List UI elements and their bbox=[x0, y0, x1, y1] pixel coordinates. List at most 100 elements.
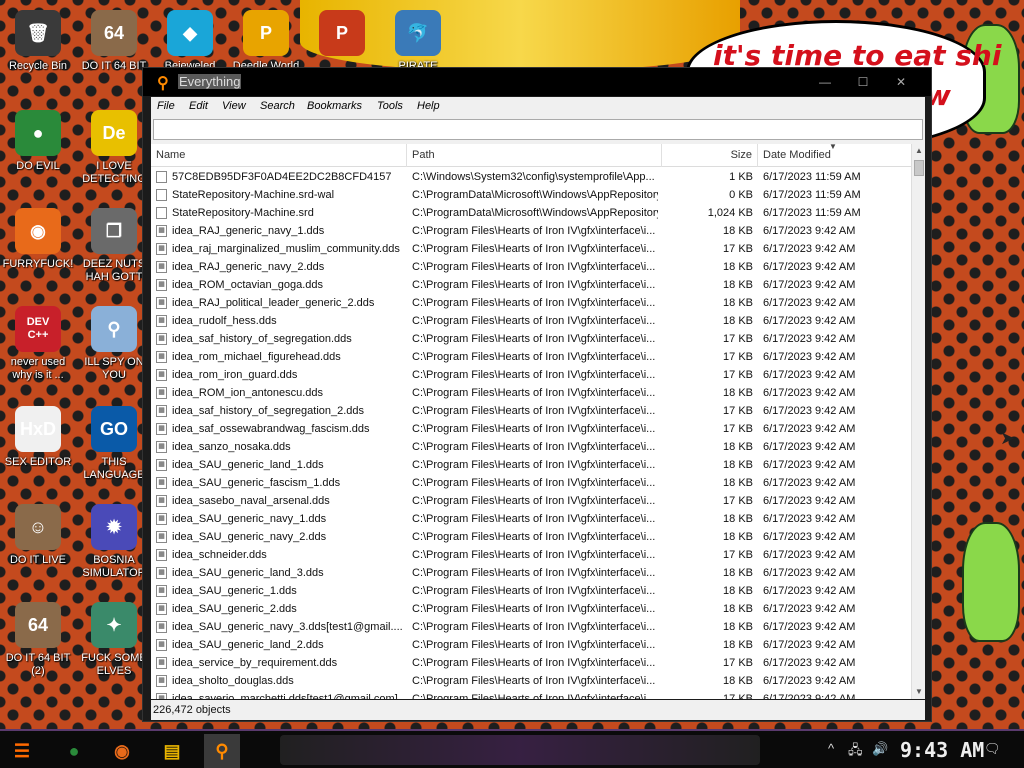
menu-search[interactable]: Search bbox=[260, 100, 295, 112]
cell-size: 17 KB bbox=[723, 405, 753, 417]
title-bar[interactable]: ⚲ Everything — ☐ ✕ bbox=[143, 68, 931, 96]
cell-size: 18 KB bbox=[723, 585, 753, 597]
image-file-icon: ▦ bbox=[156, 279, 167, 291]
table-row[interactable]: ▦ idea_sholto_douglas.dds C:\Program Files… bbox=[151, 672, 911, 690]
desktop-icon[interactable]: 🗑 Recycle Bin bbox=[0, 6, 76, 98]
scroll-thumb[interactable] bbox=[914, 160, 924, 176]
volume-icon[interactable]: 🔊 bbox=[872, 741, 888, 757]
maximize-button[interactable]: ☐ bbox=[845, 72, 881, 92]
cell-name: idea_SAU_generic_land_2.dds bbox=[172, 639, 324, 651]
table-row[interactable]: ▦ idea_RAJ_generic_navy_1.dds C:\Program F… bbox=[151, 222, 911, 240]
scroll-down-arrow-icon[interactable]: ▼ bbox=[912, 685, 925, 699]
table-row[interactable]: ▦ idea_ROM_ion_antonescu.dds C:\Program Fi… bbox=[151, 384, 911, 402]
table-row[interactable]: ▦ idea_SAU_generic_navy_1.dds C:\Program F… bbox=[151, 510, 911, 528]
table-row[interactable]: ▦ idea_SAU_generic_land_3.dds C:\Program F… bbox=[151, 564, 911, 582]
image-file-icon: ▦ bbox=[156, 585, 167, 597]
cell-path: C:\Program Files\Hearts of Iron IV\gfx\i… bbox=[412, 495, 656, 507]
desktop-icon[interactable]: ✦ FUCK SOME ELVES bbox=[76, 598, 152, 690]
image-file-icon: ▦ bbox=[156, 459, 167, 471]
menu-file[interactable]: File bbox=[157, 100, 175, 112]
table-row[interactable]: ▦ idea_saf_history_of_segregation_2.dds C:… bbox=[151, 402, 911, 420]
table-row[interactable]: ▦ idea_saf_history_of_segregation.dds C:\P… bbox=[151, 330, 911, 348]
table-row[interactable]: 57C8EDB95DF3F0AD4EE2DC2B8CFD4157 C:\Windo… bbox=[151, 168, 911, 186]
taskbar-chrome[interactable]: ● bbox=[56, 734, 92, 768]
desktop-icon[interactable]: 64 DO IT 64 BIT bbox=[76, 6, 152, 98]
column-size[interactable]: Size bbox=[662, 144, 758, 167]
table-row[interactable]: ▦ idea_SAU_generic_1.dds C:\Program Files\… bbox=[151, 582, 911, 600]
table-row[interactable]: ▦ idea_SAU_generic_navy_2.dds C:\Program F… bbox=[151, 528, 911, 546]
search-input[interactable] bbox=[153, 119, 923, 140]
desktop-icon[interactable]: ● DO EVIL bbox=[0, 106, 76, 198]
mouse-cursor: ➤ bbox=[1000, 428, 1016, 448]
table-row[interactable]: StateRepository-Machine.srd-wal C:\Progra… bbox=[151, 186, 911, 204]
table-row[interactable]: ▦ idea_ROM_octavian_goga.dds C:\Program Fi… bbox=[151, 276, 911, 294]
cell-path: C:\Program Files\Hearts of Iron IV\gfx\i… bbox=[412, 459, 656, 471]
desktop-icon[interactable]: DEV C++ never used why is it ... bbox=[0, 302, 76, 394]
table-row[interactable]: ▦ idea_SAU_generic_fascism_1.dds C:\Progra… bbox=[151, 474, 911, 492]
desktop-icon[interactable]: ❐ DEEZ NUTS HAH GOTT bbox=[76, 204, 152, 296]
table-row[interactable]: ▦ idea_sanzo_nosaka.dds C:\Program Files\H… bbox=[151, 438, 911, 456]
taskbar-everything[interactable]: ⚲ bbox=[204, 734, 240, 768]
cell-name: idea_rudolf_hess.dds bbox=[172, 315, 277, 327]
table-row[interactable]: ▦ idea_SAU_generic_land_1.dds C:\Program F… bbox=[151, 456, 911, 474]
results-list: Name Path Size Date Modified ▼ 57C8EDB95… bbox=[151, 144, 925, 699]
taskbar-firefox[interactable]: ◉ bbox=[104, 734, 140, 768]
clock[interactable]: 9:43 AM bbox=[900, 738, 984, 762]
cell-date: 6/17/2023 9:42 AM bbox=[763, 477, 856, 489]
table-row[interactable]: ▦ idea_SAU_generic_land_2.dds C:\Program F… bbox=[151, 636, 911, 654]
desktop-icon[interactable]: 64 DO IT 64 BIT (2) bbox=[0, 598, 76, 690]
results-rows: 57C8EDB95DF3F0AD4EE2DC2B8CFD4157 C:\Windo… bbox=[151, 168, 911, 699]
desktop-icon[interactable]: De I LOVE DETECTING bbox=[76, 106, 152, 198]
chevron-up-icon[interactable]: ^ bbox=[828, 741, 834, 756]
cell-path: C:\Program Files\Hearts of Iron IV\gfx\i… bbox=[412, 639, 656, 651]
desktop-icon[interactable]: ✹ BOSNIA SIMULATOR bbox=[76, 500, 152, 592]
menu-view[interactable]: View bbox=[222, 100, 246, 112]
table-row[interactable]: ▦ idea_rudolf_hess.dds C:\Program Files\He… bbox=[151, 312, 911, 330]
desktop-icon[interactable]: ☺ DO IT LIVE bbox=[0, 500, 76, 592]
table-row[interactable]: ▦ idea_schneider.dds C:\Program Files\Hear… bbox=[151, 546, 911, 564]
table-row[interactable]: ▦ idea_sasebo_naval_arsenal.dds C:\Program… bbox=[151, 492, 911, 510]
vertical-scrollbar[interactable]: ▲ ▼ bbox=[911, 144, 925, 699]
desktop-icon[interactable]: GO THIS LANGUAGE bbox=[76, 402, 152, 494]
taskbar-explorer[interactable]: ▤ bbox=[154, 734, 190, 768]
table-row[interactable]: ▦ idea_rom_iron_guard.dds C:\Program Files… bbox=[151, 366, 911, 384]
desktop-icon[interactable]: ◉ FURRYFUCK! bbox=[0, 204, 76, 296]
start-button[interactable]: ☰ bbox=[4, 734, 40, 768]
table-row[interactable]: ▦ idea_SAU_generic_navy_3.dds[test1@gmail… bbox=[151, 618, 911, 636]
desktop-icon[interactable]: ⚲ ILL SPY ON YOU bbox=[76, 302, 152, 394]
table-row[interactable]: ▦ idea_service_by_requirement.dds C:\Progr… bbox=[151, 654, 911, 672]
image-file-icon: ▦ bbox=[156, 225, 167, 237]
table-row[interactable]: ▦ idea_raj_marginalized_muslim_community.… bbox=[151, 240, 911, 258]
cell-name: idea_SAU_generic_land_3.dds bbox=[172, 567, 324, 579]
cell-name: idea_saf_ossewabrandwag_fascism.dds bbox=[172, 423, 370, 435]
table-row[interactable]: ▦ idea_saf_ossewabrandwag_fascism.dds C:\P… bbox=[151, 420, 911, 438]
cell-path: C:\Program Files\Hearts of Iron IV\gfx\i… bbox=[412, 657, 656, 669]
mine-icon: ✹ bbox=[91, 504, 137, 550]
image-file-icon: ▦ bbox=[156, 423, 167, 435]
column-header: Name Path Size Date Modified ▼ bbox=[151, 144, 911, 167]
minimize-button[interactable]: — bbox=[807, 72, 843, 92]
menu-tools[interactable]: Tools bbox=[377, 100, 403, 112]
table-row[interactable]: ▦ idea_RAJ_political_leader_generic_2.dds… bbox=[151, 294, 911, 312]
table-row[interactable]: ▦ idea_saverio_marchetti.dds[test1@gmail.… bbox=[151, 690, 911, 699]
cell-size: 18 KB bbox=[723, 459, 753, 471]
scroll-up-arrow-icon[interactable]: ▲ bbox=[912, 144, 925, 158]
table-row[interactable]: ▦ idea_RAJ_generic_navy_2.dds C:\Program F… bbox=[151, 258, 911, 276]
column-name[interactable]: Name bbox=[151, 144, 407, 167]
desktop-icon[interactable]: HxD SEX EDITOR bbox=[0, 402, 76, 494]
notification-icon[interactable]: 🗨 bbox=[984, 741, 1001, 757]
menu-edit[interactable]: Edit bbox=[189, 100, 208, 112]
menu-help[interactable]: Help bbox=[417, 100, 440, 112]
column-path[interactable]: Path bbox=[407, 144, 662, 167]
table-row[interactable]: ▦ idea_SAU_generic_2.dds C:\Program Files\… bbox=[151, 600, 911, 618]
cell-path: C:\Program Files\Hearts of Iron IV\gfx\i… bbox=[412, 585, 656, 597]
cell-date: 6/17/2023 9:42 AM bbox=[763, 585, 856, 597]
close-button[interactable]: ✕ bbox=[883, 72, 919, 92]
table-row[interactable]: ▦ idea_rom_michael_figurehead.dds C:\Progr… bbox=[151, 348, 911, 366]
cell-size: 17 KB bbox=[723, 693, 753, 699]
network-icon[interactable]: 🖧 bbox=[848, 741, 863, 763]
table-row[interactable]: StateRepository-Machine.srd C:\ProgramDat… bbox=[151, 204, 911, 222]
dolphin-icon: 🐬 bbox=[395, 10, 441, 56]
menu-bookmarks[interactable]: Bookmarks bbox=[307, 100, 362, 112]
cell-path: C:\Program Files\Hearts of Iron IV\gfx\i… bbox=[412, 279, 656, 291]
